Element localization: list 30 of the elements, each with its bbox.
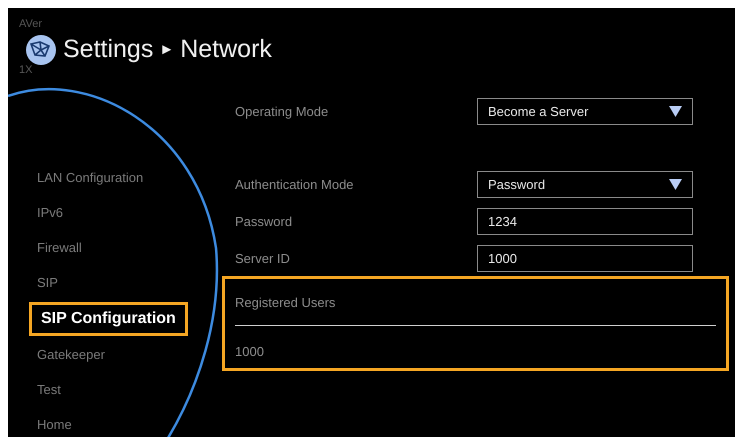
sidebar-item[interactable]: Firewall xyxy=(37,237,82,259)
input-value: 1234 xyxy=(488,212,517,231)
sidebar-item[interactable]: LAN Configuration xyxy=(37,167,144,189)
dropdown-value: Password xyxy=(488,176,546,194)
field-label: Server ID xyxy=(235,250,291,268)
sidebar-item[interactable]: Gatekeeper xyxy=(37,344,105,366)
dropdown[interactable]: Become a Server xyxy=(477,98,693,125)
section-title: Registered Users xyxy=(235,294,336,312)
sidebar-item[interactable]: Home xyxy=(37,414,72,436)
dropdown-arrow-icon xyxy=(669,179,682,190)
brand-text: AVer xyxy=(19,17,42,32)
input-field[interactable]: 1234 xyxy=(477,208,693,235)
field-label: Password xyxy=(235,212,294,231)
dropdown-value: Become a Server xyxy=(488,102,588,121)
user-entry[interactable]: 1000 xyxy=(235,342,716,361)
dropdown-arrow-icon xyxy=(669,106,682,117)
sidebar-item[interactable]: SIP xyxy=(37,272,58,294)
breadcrumb-separator: ► xyxy=(159,40,174,60)
field-label: Authentication Mode xyxy=(235,176,355,194)
sidebar-item[interactable]: Test xyxy=(37,379,61,401)
breadcrumb-title: Settings xyxy=(63,34,154,65)
sidebar-item[interactable]: SIP Configuration xyxy=(29,302,188,336)
breadcrumb-page: Network xyxy=(180,34,272,65)
field-label: Operating Mode xyxy=(235,102,330,121)
input-value: 1000 xyxy=(488,250,517,268)
input-field[interactable]: 1000 xyxy=(477,245,693,272)
sidebar-item[interactable]: IPv6 xyxy=(37,202,64,224)
globe-network-icon xyxy=(25,34,57,66)
dropdown[interactable]: Password xyxy=(477,171,693,198)
zoom-text: 1X xyxy=(19,63,32,78)
